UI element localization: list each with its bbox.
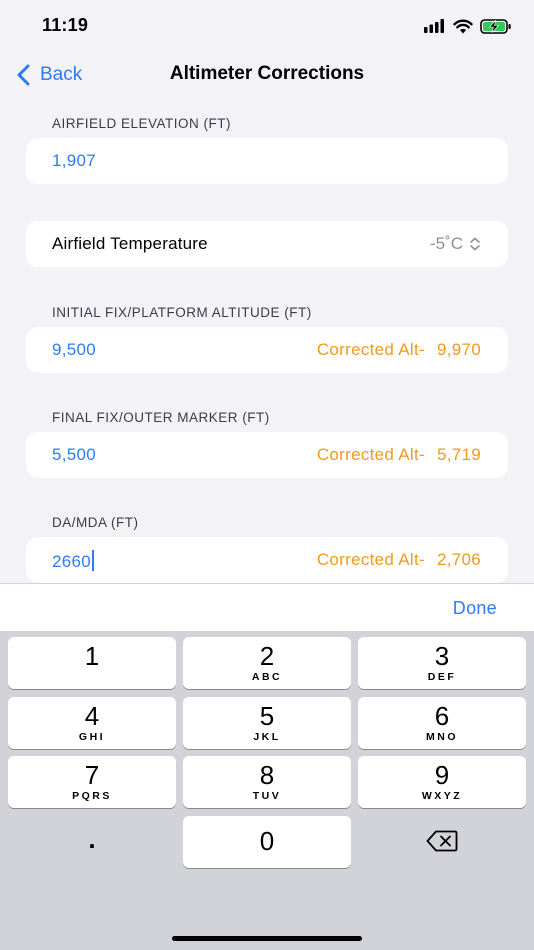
key-digit: 3 <box>434 641 450 671</box>
backspace-key[interactable] <box>358 816 526 868</box>
key-2[interactable]: 2 ABC <box>183 637 351 689</box>
final-fix-value: 5,500 <box>52 445 97 464</box>
key-digit: 5 <box>259 701 275 731</box>
key-4[interactable]: 4 GHI <box>8 697 176 749</box>
key-3[interactable]: 3 DEF <box>358 637 526 689</box>
key-digit: 9 <box>434 760 450 790</box>
initial-fix-label: INITIAL FIX/PLATFORM ALTITUDE (FT) <box>52 305 312 320</box>
da-mda-field[interactable]: 2660 Corrected Alt- 2,706 <box>26 537 508 583</box>
key-letters: WXYZ <box>421 790 463 802</box>
key-digit: 8 <box>259 760 275 790</box>
status-bar: 11:19 <box>0 0 534 52</box>
signal-icon <box>424 19 444 33</box>
key-letters: DEF <box>427 671 457 683</box>
airfield-temperature-label: Airfield Temperature <box>52 234 208 253</box>
key-7[interactable]: 7 PQRS <box>8 756 176 808</box>
airfield-temperature-picker[interactable]: -5˚C <box>430 234 481 254</box>
key-digit: 4 <box>84 701 100 731</box>
final-fix-corrected-value: 5,719 <box>436 445 481 464</box>
airfield-temperature-value: -5˚C <box>429 234 463 253</box>
status-icons <box>424 17 512 35</box>
corrected-alt-label: Corrected Alt- <box>316 340 425 359</box>
final-fix-corrected: Corrected Alt- 5,719 <box>317 445 481 465</box>
nav-bar: Back Altimeter Corrections <box>0 52 534 98</box>
done-button[interactable]: Done <box>453 598 497 619</box>
key-letters: GHI <box>78 731 106 743</box>
key-8[interactable]: 8 TUV <box>183 756 351 808</box>
da-mda-corrected-value: 2,706 <box>436 550 481 569</box>
key-0[interactable]: 0 <box>183 816 351 868</box>
battery-charging-icon <box>480 18 511 34</box>
page-title: Altimeter Corrections <box>169 63 365 84</box>
da-mda-value: 2660 <box>52 552 92 571</box>
key-letters: JKL <box>253 731 281 743</box>
key-letters: MNO <box>426 731 458 743</box>
key-decimal-label: . <box>88 824 96 854</box>
key-letters: TUV <box>252 790 282 802</box>
corrected-alt-label: Corrected Alt- <box>316 445 425 464</box>
text-cursor <box>92 550 95 571</box>
key-decimal[interactable]: . <box>8 816 176 868</box>
airfield-elevation-field[interactable]: 1,907 <box>26 138 508 184</box>
up-down-chevron-icon <box>470 237 480 251</box>
key-digit: 2 <box>259 641 275 671</box>
corrected-alt-label: Corrected Alt- <box>316 550 425 569</box>
key-1[interactable]: 1 <box>8 637 176 689</box>
airfield-temperature-row[interactable]: Airfield Temperature -5˚C <box>26 221 508 267</box>
key-5[interactable]: 5 JKL <box>183 697 351 749</box>
key-6[interactable]: 6 MNO <box>358 697 526 749</box>
keyboard-accessory-bar: Done <box>0 583 534 631</box>
key-digit: 1 <box>84 641 100 671</box>
wifi-icon <box>453 19 473 33</box>
final-fix-label: FINAL FIX/OUTER MARKER (FT) <box>52 410 270 425</box>
initial-fix-value: 9,500 <box>52 340 97 359</box>
number-pad: 1 2 ABC 3 DEF 4 GHI 5 JKL 6 MNO 7 PQRS 8… <box>0 631 534 950</box>
initial-fix-corrected-value: 9,970 <box>436 340 481 359</box>
key-digit: 0 <box>259 826 275 856</box>
key-digit: 6 <box>434 701 450 731</box>
initial-fix-corrected: Corrected Alt- 9,970 <box>317 340 481 360</box>
initial-fix-field[interactable]: 9,500 Corrected Alt- 9,970 <box>26 327 508 373</box>
key-digit: 7 <box>84 760 100 790</box>
airfield-elevation-label: AIRFIELD ELEVATION (FT) <box>52 116 232 131</box>
key-letters: PQRS <box>72 790 112 802</box>
key-letters: ABC <box>251 671 283 683</box>
da-mda-label: DA/MDA (FT) <box>52 515 139 530</box>
da-mda-corrected: Corrected Alt- 2,706 <box>317 550 481 570</box>
key-9[interactable]: 9 WXYZ <box>358 756 526 808</box>
final-fix-field[interactable]: 5,500 Corrected Alt- 5,719 <box>26 432 508 478</box>
da-mda-value-wrap: 2660 <box>52 550 95 572</box>
status-time: 11:19 <box>42 15 89 35</box>
backspace-icon <box>426 830 458 852</box>
home-indicator <box>172 936 362 941</box>
airfield-elevation-value: 1,907 <box>52 151 97 170</box>
